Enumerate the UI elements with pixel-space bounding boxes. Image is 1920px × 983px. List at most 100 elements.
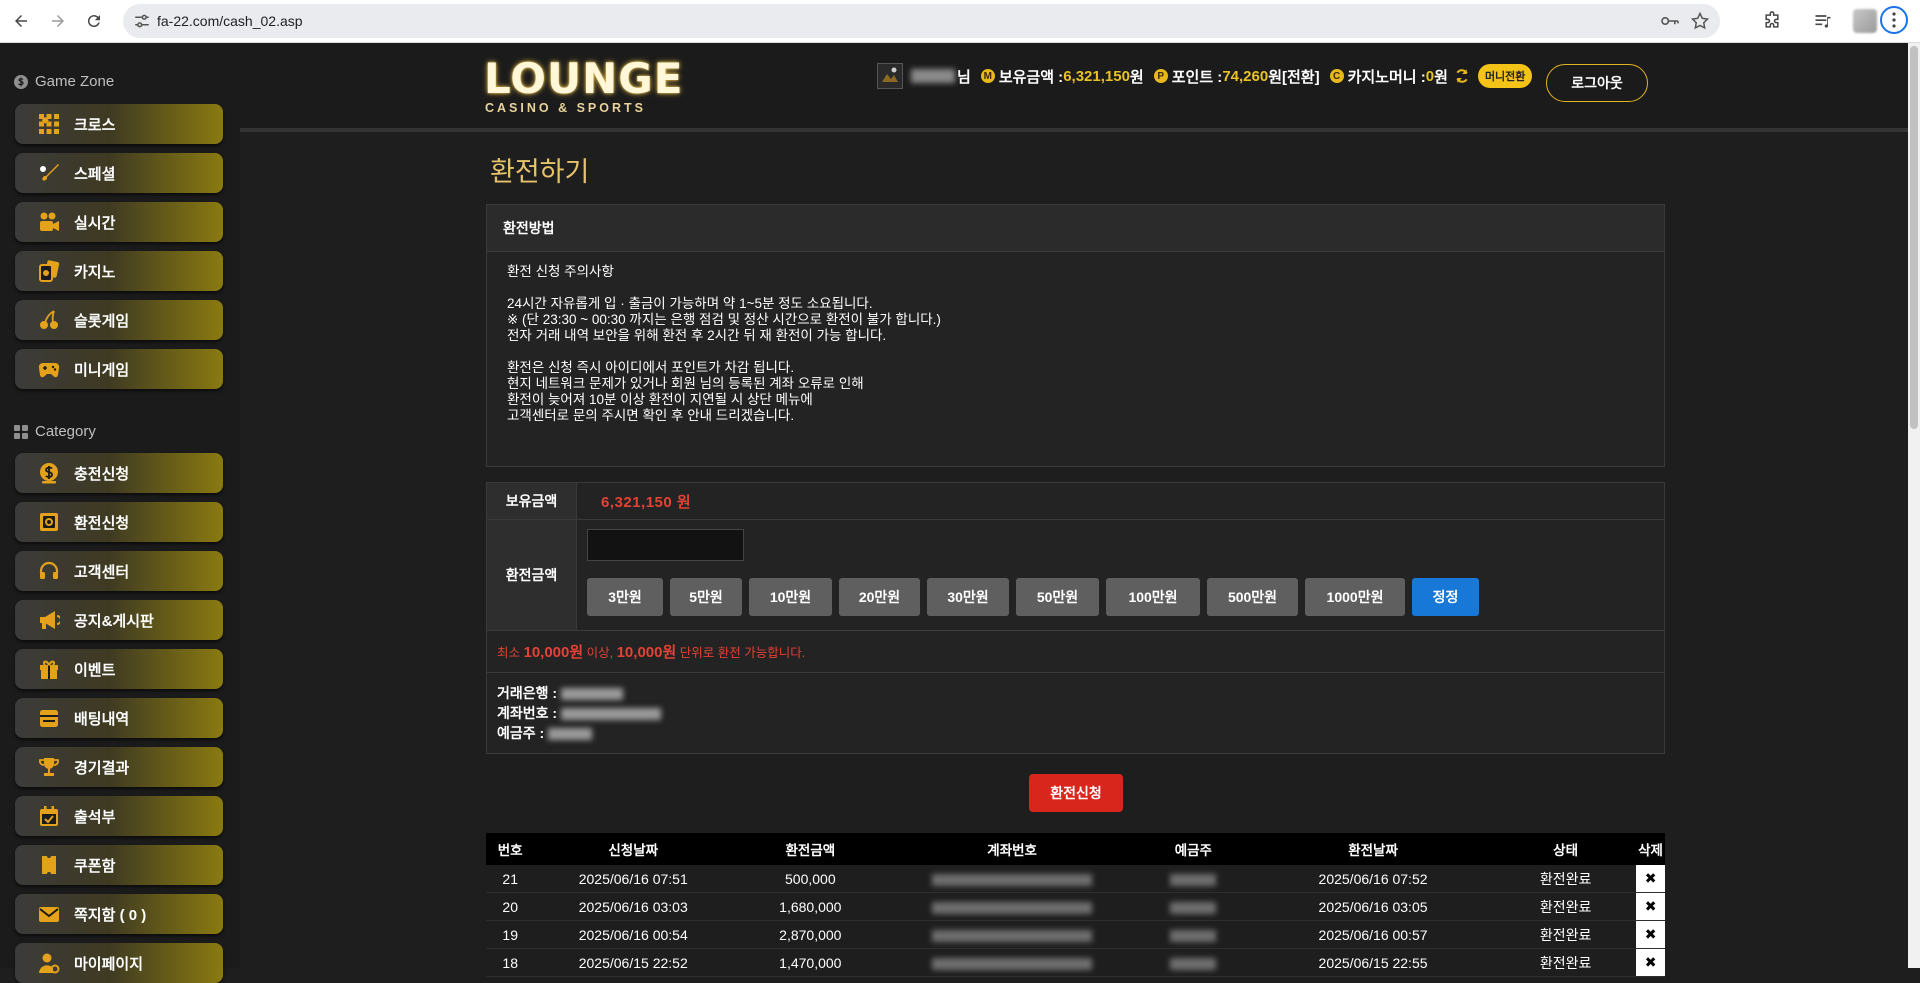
forward-button[interactable] [45, 8, 71, 34]
sidebar-item-cat-0[interactable]: 충전신청 [15, 453, 223, 493]
method-line: 24시간 자유롭게 입 · 출금이 가능하며 약 1~5분 정도 소요됩니다. [507, 296, 873, 311]
sidebar-item-label: 경기결과 [74, 759, 130, 777]
amount-button[interactable]: 3만원 [587, 578, 663, 616]
coin-bag-icon [37, 461, 61, 485]
cards-icon [37, 259, 61, 283]
delete-icon[interactable]: ✖ [1636, 920, 1665, 949]
password-key-icon[interactable] [1660, 13, 1680, 29]
media-control-button[interactable] [1810, 8, 1836, 34]
ticket-icon [37, 853, 61, 877]
sidebar-item-label: 쪽지함 ( 0 ) [74, 906, 147, 924]
method-line: ※ (단 23:30 ~ 00:30 까지는 은행 점검 및 정산 시간으로 환… [507, 312, 941, 327]
sidebar-item-label: 환전신청 [74, 514, 130, 532]
arrow-right-icon [52, 15, 64, 27]
bank-info-row: 거래은행 : 계좌번호 : 예금주 : [487, 673, 1664, 753]
page-title: 환전하기 [490, 157, 590, 187]
sidebar-item-cat-7[interactable]: 출석부 [15, 796, 223, 836]
history-done-date: 2025/06/15 22:55 [1251, 948, 1496, 977]
history-holder-blurred [1135, 920, 1252, 949]
safe-icon [37, 510, 61, 534]
amount-button[interactable]: 20만원 [839, 578, 920, 616]
site-logo[interactable]: LOUNGE [484, 54, 683, 103]
history-done-date: 2025/06/16 00:57 [1251, 920, 1496, 949]
amount-button[interactable]: 100만원 [1106, 578, 1200, 616]
min-note-post: 단위로 환전 가능합니다. [676, 646, 806, 660]
sidebar-item-label: 공지&게시판 [74, 612, 154, 630]
history-col-header: 환전금액 [732, 833, 889, 865]
browser-menu-button[interactable] [1880, 6, 1908, 34]
min-note-pre: 최소 [497, 646, 524, 660]
apply-exchange-button[interactable]: 환전신청 [1029, 774, 1123, 812]
point-label: 포인트 : [1171, 68, 1223, 86]
delete-icon[interactable]: ✖ [1636, 948, 1665, 977]
exchange-amount-input[interactable] [587, 529, 744, 561]
sidebar-item-cat-2[interactable]: 고객센터 [15, 551, 223, 591]
sidebar-item-cat-9[interactable]: 쪽지함 ( 0 ) [15, 894, 223, 934]
method-line: 현지 네트워크 문제가 있거나 회원 님의 등록된 계좌 오류로 인해 [507, 376, 864, 391]
sidebar-item-label: 배팅내역 [74, 710, 130, 728]
min-amount: 10,000원 [523, 644, 584, 661]
held-amount-row: 보유금액 6,321,150 원 [487, 483, 1664, 520]
bank-name-blurred [560, 688, 623, 701]
site-settings-icon[interactable] [133, 12, 151, 30]
method-line: 고객센터로 문의 주시면 확인 후 안내 드리겠습니다. [507, 408, 795, 423]
trophy-icon [37, 755, 61, 779]
sidebar-item-label: 충전신청 [74, 465, 130, 483]
user-avatar [877, 63, 903, 89]
amount-button[interactable]: 10만원 [749, 578, 832, 616]
amount-button[interactable]: 500만원 [1207, 578, 1298, 616]
back-button[interactable] [8, 8, 34, 34]
delete-icon[interactable]: ✖ [1636, 865, 1665, 893]
bookmark-star-icon[interactable] [1690, 11, 1710, 31]
extensions-button[interactable] [1759, 8, 1785, 34]
sidebar-item-cat-5[interactable]: 배팅내역 [15, 698, 223, 738]
kebab-menu-icon [1892, 12, 1896, 28]
history-col-header: 예금주 [1135, 833, 1252, 865]
amount-button[interactable]: 5만원 [670, 578, 742, 616]
holder-label: 예금주 : [497, 725, 549, 741]
sidebar-item-cat-4[interactable]: 이벤트 [15, 649, 223, 689]
profile-avatar[interactable] [1853, 9, 1877, 33]
history-col-header: 상태 [1495, 833, 1637, 865]
url-text[interactable]: fa-22.com/cash_02.asp [157, 13, 303, 29]
exchange-amount-label: 환전금액 [487, 520, 577, 630]
exchange-method-title: 환전방법 [487, 205, 1664, 252]
history-account-blurred [888, 920, 1136, 949]
sidebar-item-cat-10[interactable]: 마이페이지 [15, 943, 223, 983]
sidebar-item-game-4[interactable]: 슬롯게임 [15, 300, 223, 340]
user-gear-icon [37, 951, 61, 975]
method-line: 환전은 신청 즉시 아이디에서 포인트가 차감 됩니다. [507, 360, 795, 375]
exchange-form: 보유금액 6,321,150 원 환전금액 3만원 5만원 10만원 20만원 30만원… [486, 482, 1665, 754]
address-bar[interactable]: fa-22.com/cash_02.asp [123, 4, 1720, 38]
sidebar-item-cat-1[interactable]: 환전신청 [15, 502, 223, 542]
sidebar-item-cat-6[interactable]: 경기결과 [15, 747, 223, 787]
history-no: 18 [486, 948, 535, 977]
game-zone-title: Game Zone [35, 73, 115, 90]
reload-button[interactable] [81, 8, 107, 34]
reset-amount-button[interactable]: 정정 [1412, 578, 1479, 616]
amount-button[interactable]: 50만원 [1016, 578, 1099, 616]
sidebar-item-game-2[interactable]: 실시간 [15, 202, 223, 242]
sidebar-item-game-3[interactable]: 카지노 [15, 251, 223, 291]
amount-button[interactable]: 30만원 [927, 578, 1009, 616]
grid-icon [14, 424, 28, 439]
refresh-icon[interactable] [1454, 68, 1470, 84]
sidebar-item-game-0[interactable]: 크로스 [15, 104, 223, 144]
history-request-date: 2025/06/16 07:51 [534, 865, 733, 893]
history-amount: 2,870,000 [732, 920, 889, 949]
sidebar-item-game-1[interactable]: 스페셜 [15, 153, 223, 193]
amount-button[interactable]: 1000만원 [1305, 578, 1405, 616]
logout-button[interactable]: 로그아웃 [1546, 64, 1648, 102]
sidebar-item-cat-8[interactable]: 쿠폰함 [15, 845, 223, 885]
site-header: LOUNGE CASINO & SPORTS 님 M 보유금액 : 6,321,… [240, 43, 1920, 132]
min-note: 최소 10,000원 이상, 10,000원 단위로 환전 가능합니다. [487, 631, 815, 672]
delete-icon[interactable]: ✖ [1636, 892, 1665, 921]
money-convert-button[interactable]: 머니전환 [1477, 64, 1533, 88]
sidebar-item-cat-3[interactable]: 공지&게시판 [15, 600, 223, 640]
page-scrollbar-thumb[interactable] [1910, 46, 1918, 429]
point-convert-link[interactable]: [전환] [1282, 66, 1320, 87]
bat-ball-icon [37, 161, 61, 185]
sidebar-item-game-5[interactable]: 미니게임 [15, 349, 223, 389]
arrow-left-icon [15, 15, 27, 27]
exchange-amount-row: 환전금액 3만원 5만원 10만원 20만원 30만원 50만원 100만원 500만원 100… [487, 520, 1664, 631]
